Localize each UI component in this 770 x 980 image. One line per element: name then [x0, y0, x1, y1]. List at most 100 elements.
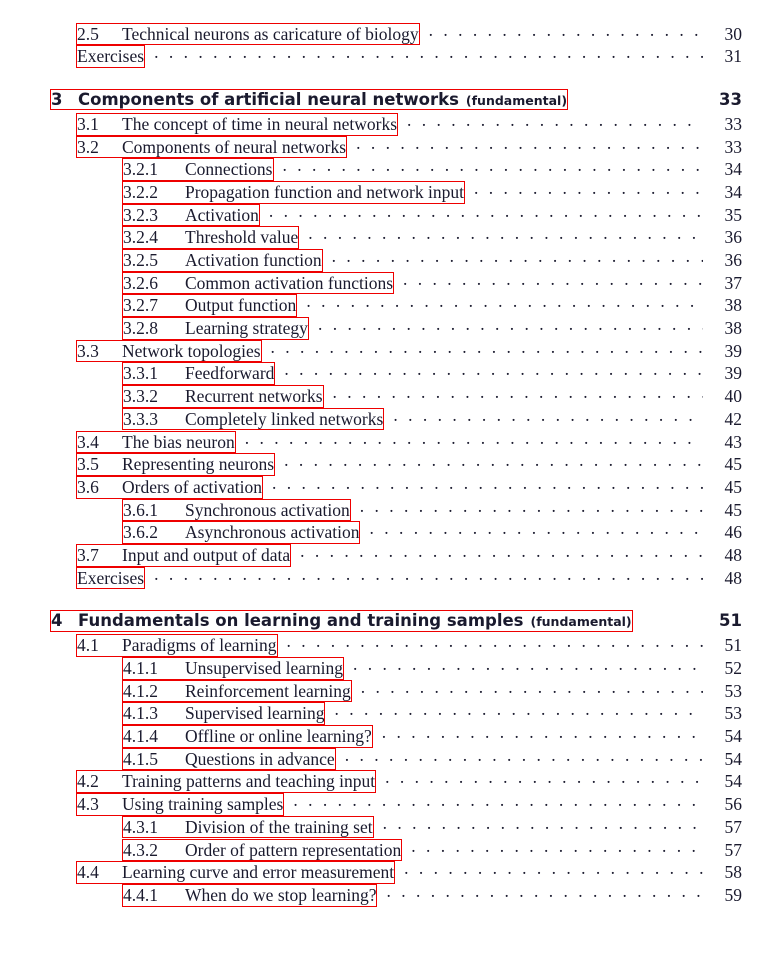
toc-link[interactable]: 3.7 Input and output of data [76, 543, 292, 567]
toc-entry-row[interactable]: 3.2.6 Common activation functions 37 [0, 271, 770, 295]
toc-entry-row[interactable]: 3.6 Orders of activation 45 [0, 475, 770, 499]
toc-link[interactable]: 3.3.3 Completely linked networks [122, 407, 385, 431]
toc-link[interactable]: 3.2 Components of neural networks [76, 135, 348, 159]
toc-entry-row[interactable]: 2.5 Technical neurons as caricature of bi… [0, 22, 770, 46]
toc-entry-title: Propagation function and network input [185, 181, 464, 202]
toc-link[interactable]: 4.1.5 Questions in advance [122, 747, 336, 771]
toc-link[interactable]: 2.5 Technical neurons as caricature of bi… [76, 22, 420, 46]
toc-entry-row[interactable]: 3.3.1 Feedforward 39 [0, 362, 770, 386]
dot-leader [411, 838, 703, 856]
toc-link[interactable]: 4.4 Learning curve and error measurement [76, 861, 396, 884]
toc-entry-row[interactable]: Exercises 48 [0, 566, 770, 590]
toc-entry-page-number: 40 [724, 386, 743, 407]
toc-entry-number: 3.5 [77, 454, 99, 475]
toc-link[interactable]: 4.1.1 Unsupervised learning [122, 657, 344, 680]
toc-entry-row[interactable]: Exercises 31 [0, 45, 770, 68]
toc-entry-row[interactable]: 3.7 Input and output of data 48 [0, 543, 770, 567]
toc-entry-row[interactable]: 4.4 Learning curve and error measurement 5… [0, 861, 770, 884]
toc-entry-row[interactable]: 4.1 Paradigms of learning 51 [0, 634, 770, 657]
toc-entry-row[interactable]: 3.2.4 Threshold value 36 [0, 226, 770, 249]
toc-entry-row[interactable]: 4.1.3 Supervised learning 53 [0, 702, 770, 726]
toc-entry-row[interactable]: 4.3.1 Division of the training set 57 [0, 815, 770, 839]
toc-entry-title: Completely linked networks [185, 408, 384, 429]
toc-entry-page-number: 45 [724, 499, 743, 520]
toc-entry-row[interactable]: 3.6.1 Synchronous activation 45 [0, 498, 770, 522]
toc-entry-title: When do we stop learning? [185, 884, 377, 905]
toc-entry-title: Threshold value [185, 227, 299, 248]
toc-entry-row[interactable]: 3.2.8 Learning strategy 38 [0, 317, 770, 340]
toc-entry-row[interactable]: 4.1.5 Questions in advance 54 [0, 747, 770, 771]
toc-link[interactable]: 3.6.1 Synchronous activation [122, 498, 351, 522]
toc-link[interactable]: 3.3 Network topologies [76, 339, 262, 363]
toc-entry-row[interactable]: 3.2 Components of neural networks 33 [0, 135, 770, 159]
toc-link[interactable]: 4.1.4 Offline or online learning? [122, 725, 373, 748]
toc-entry-row[interactable]: 3.3.3 Completely linked networks 42 [0, 407, 770, 431]
toc-entry-page-number: 43 [724, 431, 743, 452]
toc-entry-page-number: 37 [724, 272, 743, 293]
toc-link[interactable]: 3.2.6 Common activation functions [122, 271, 395, 295]
dot-leader [404, 861, 703, 879]
toc-entry-page-number: 33 [724, 136, 743, 157]
toc-link[interactable]: 3.2.2 Propagation function and network in… [122, 180, 465, 204]
toc-entry-row[interactable]: 4.2 Training patterns and teaching input 5… [0, 770, 770, 794]
toc-entry-number: 3.2.5 [123, 250, 158, 270]
toc-link[interactable]: 4.3 Using training samples [76, 793, 285, 816]
toc-link[interactable]: 4 Fundamentals on learning and training s… [50, 610, 633, 632]
toc-link[interactable]: 3.1 The concept of time in neural network… [76, 112, 399, 136]
dot-leader [356, 135, 703, 153]
toc-entry-number: 3.2.3 [123, 204, 158, 225]
toc-entry-row[interactable]: 4.3.2 Order of pattern representation 57 [0, 838, 770, 862]
toc-entry-row[interactable]: 4.1.1 Unsupervised learning 52 [0, 657, 770, 680]
toc-entry-row[interactable]: 3.5 Representing neurons 45 [0, 453, 770, 476]
toc-link[interactable]: 3 Components of artificial neural network… [50, 88, 569, 111]
toc-chapter-row[interactable]: 4 Fundamentals on learning and training s… [0, 610, 770, 634]
dot-leader [393, 407, 703, 425]
toc-entry-row[interactable]: 3.3 Network topologies 39 [0, 339, 770, 363]
toc-link[interactable]: 4.1.2 Reinforcement learning [122, 679, 352, 703]
toc-link[interactable]: 3.3.2 Recurrent networks [122, 385, 324, 408]
toc-entry-number: 2.5 [77, 23, 99, 44]
toc-link[interactable]: 3.2.5 Activation function [122, 249, 323, 272]
toc-entry-row[interactable]: 3.4 The bias neuron 43 [0, 430, 770, 454]
toc-link[interactable]: 4.3.2 Order of pattern representation [122, 838, 403, 862]
toc-entry-row[interactable]: 3.2.3 Activation 35 [0, 203, 770, 227]
toc-entry-title: Learning strategy [185, 318, 308, 339]
dot-leader [360, 498, 703, 516]
toc-link[interactable]: 3.2.3 Activation [122, 203, 260, 227]
toc-entry-row[interactable]: 4.1.4 Offline or online learning? 54 [0, 725, 770, 748]
toc-chapter-row[interactable]: 3 Components of artificial neural network… [0, 88, 770, 112]
toc-link[interactable]: 3.5 Representing neurons [76, 453, 276, 476]
toc-link[interactable]: Exercises [76, 566, 146, 590]
toc-link[interactable]: 3.3.1 Feedforward [122, 362, 276, 386]
toc-entry-title: Offline or online learning? [185, 726, 372, 747]
toc-link[interactable]: 4.4.1 When do we stop learning? [122, 883, 378, 907]
toc-link[interactable]: 3.6 Orders of activation [76, 475, 263, 499]
toc-link[interactable]: 3.4 The bias neuron [76, 430, 236, 454]
toc-entry-title: Feedforward [185, 363, 275, 384]
toc-entry-number: 4.4 [77, 862, 99, 883]
toc-link[interactable]: 3.2.4 Threshold value [122, 226, 300, 249]
toc-link[interactable]: 4.1.3 Supervised learning [122, 702, 326, 726]
toc-entry-row[interactable]: 3.3.2 Recurrent networks 40 [0, 385, 770, 408]
toc-entry-row[interactable]: 3.1 The concept of time in neural network… [0, 112, 770, 136]
toc-link[interactable]: 4.1 Paradigms of learning [76, 634, 278, 657]
dot-leader [361, 679, 703, 697]
toc-entry-row[interactable]: 3.2.2 Propagation function and network in… [0, 180, 770, 204]
toc-link[interactable]: Exercises [76, 45, 146, 68]
toc-link[interactable]: 3.6.2 Asynchronous activation [122, 521, 361, 544]
toc-link[interactable]: 3.2.7 Output function [122, 294, 298, 318]
toc-entry-row[interactable]: 3.2.7 Output function 38 [0, 294, 770, 318]
toc-link[interactable]: 4.2 Training patterns and teaching input [76, 770, 377, 794]
toc-entry-row[interactable]: 4.3 Using training samples 56 [0, 793, 770, 816]
toc-entry-row[interactable]: 3.6.2 Asynchronous activation 46 [0, 521, 770, 544]
dot-leader [308, 226, 703, 244]
toc-link[interactable]: 3.2.1 Connections [122, 158, 274, 181]
toc-link[interactable]: 3.2.8 Learning strategy [122, 317, 309, 340]
toc-entry-row[interactable]: 4.4.1 When do we stop learning? 59 [0, 883, 770, 907]
toc-entry-row[interactable]: 3.2.5 Activation function 36 [0, 249, 770, 272]
toc-entry-page-number: 57 [724, 839, 743, 860]
toc-entry-title: Fundamentals on learning and training sa… [78, 611, 524, 631]
toc-entry-row[interactable]: 4.1.2 Reinforcement learning 53 [0, 679, 770, 703]
toc-link[interactable]: 4.3.1 Division of the training set [122, 815, 374, 839]
toc-entry-row[interactable]: 3.2.1 Connections 34 [0, 158, 770, 181]
